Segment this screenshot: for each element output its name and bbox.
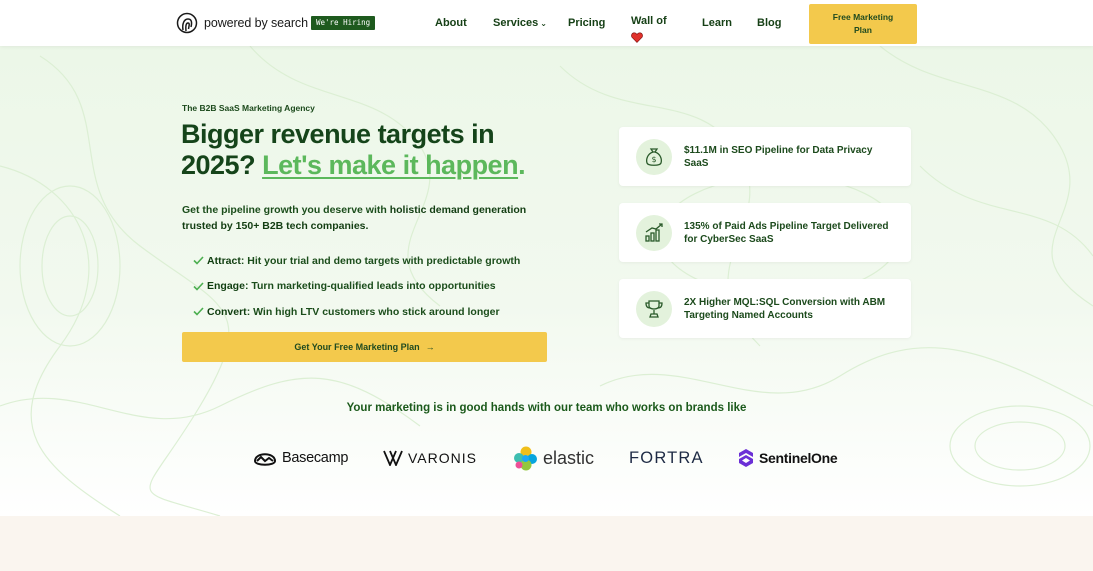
brand-name: VARONIS bbox=[408, 450, 477, 466]
hiring-badge[interactable]: We're Hiring bbox=[311, 16, 376, 30]
hero-subtext: Get the pipeline growth you deserve with… bbox=[182, 203, 552, 234]
bullet-term: Engage bbox=[207, 280, 245, 293]
check-icon bbox=[193, 282, 204, 291]
card-icon-wrap bbox=[636, 290, 672, 327]
varonis-logo-icon bbox=[383, 450, 403, 466]
money-bag-icon: $ bbox=[646, 147, 662, 166]
brand-fortra: FORTRA bbox=[629, 443, 704, 473]
stat-text: $11.1M in SEO Pipeline for Data Privacy … bbox=[684, 144, 873, 169]
cta-line-1: Free Marketing bbox=[832, 12, 894, 22]
nav-services[interactable]: Services ⌄ bbox=[493, 17, 547, 29]
bullet-engage: Engage: Turn marketing-qualified leads i… bbox=[193, 274, 520, 300]
stat-text: 135% of Paid Ads Pipeline Target Deliver… bbox=[684, 220, 889, 245]
brand-varonis: VARONIS bbox=[383, 443, 477, 473]
subtext-part-2: trusted by 150+ B2B tech companies. bbox=[182, 219, 369, 232]
subtext-part-1: Get the pipeline growth you deserve with bbox=[182, 204, 390, 216]
arrow-right-icon: → bbox=[425, 342, 435, 352]
hero-headline: Bigger revenue targets in 2025? Let's ma… bbox=[181, 119, 561, 181]
bullet-term: Convert bbox=[207, 305, 247, 318]
stat-card-paid-ads: 135% of Paid Ads Pipeline Target Deliver… bbox=[619, 203, 911, 262]
elastic-logo-icon bbox=[514, 446, 537, 470]
card-icon-wrap bbox=[636, 214, 672, 251]
fingerprint-logo-icon bbox=[176, 12, 198, 34]
next-section-band bbox=[0, 516, 1093, 571]
nav-learn[interactable]: Learn bbox=[702, 17, 732, 29]
brand-name: Basecamp bbox=[282, 450, 349, 466]
brand-elastic: elastic bbox=[513, 443, 594, 473]
check-icon bbox=[193, 307, 204, 316]
bullet-text: : Win high LTV customers who stick aroun… bbox=[246, 305, 500, 318]
brand-name: elastic bbox=[543, 447, 595, 468]
svg-text:$: $ bbox=[651, 155, 656, 164]
free-marketing-plan-button[interactable]: Free Marketing Plan bbox=[809, 4, 917, 44]
bullet-term: Attract bbox=[207, 254, 241, 267]
cta-main-label: Get Your Free Marketing Plan bbox=[294, 342, 420, 352]
nav-blog[interactable]: Blog bbox=[757, 17, 781, 29]
value-bullets: Attract: Hit your trial and demo targets… bbox=[193, 248, 520, 325]
stat-card-seo: $ $11.1M in SEO Pipeline for Data Privac… bbox=[619, 127, 911, 186]
brand-basecamp: Basecamp bbox=[253, 443, 348, 473]
headline-line-1: Bigger revenue targets in bbox=[181, 119, 495, 149]
site-logo[interactable]: powered by search bbox=[176, 12, 308, 34]
headline-accent: Let's make it happen bbox=[262, 150, 519, 180]
headline-line-2: 2025? Let's make it happen. bbox=[181, 150, 561, 181]
get-free-marketing-plan-button[interactable]: Get Your Free Marketing Plan → bbox=[182, 332, 547, 362]
sentinelone-logo-icon bbox=[739, 449, 753, 467]
nav-pricing[interactable]: Pricing bbox=[568, 17, 605, 29]
logo-text: powered by search bbox=[204, 16, 308, 30]
nav-about[interactable]: About bbox=[435, 17, 467, 29]
brand-sentinelone: SentinelOne bbox=[738, 443, 838, 473]
heart-icon bbox=[631, 32, 643, 43]
bullet-convert: Convert: Win high LTV customers who stic… bbox=[193, 299, 520, 325]
basecamp-logo-icon bbox=[253, 453, 277, 466]
headline-period: . bbox=[518, 150, 526, 180]
hero-eyebrow: The B2B SaaS Marketing Agency bbox=[182, 103, 315, 113]
growth-chart-icon bbox=[645, 222, 663, 242]
stat-card-abm: 2X Higher MQL:SQL Conversion with ABM Ta… bbox=[619, 279, 911, 338]
trophy-icon bbox=[645, 299, 663, 318]
headline-year: 2025? bbox=[181, 150, 256, 180]
bullet-text: : Turn marketing-qualified leads into op… bbox=[244, 280, 496, 293]
check-icon bbox=[193, 256, 204, 265]
card-icon-wrap: $ bbox=[636, 138, 672, 175]
subtext-bold: holistic demand generation bbox=[389, 204, 527, 216]
brand-name: FORTRA bbox=[629, 448, 704, 467]
nav-services-label: Services bbox=[493, 17, 539, 29]
nav-wall-of-love[interactable]: Wall of bbox=[631, 15, 667, 27]
cta-line-2: Plan bbox=[854, 25, 872, 35]
bullet-text: : Hit your trial and demo targets with p… bbox=[240, 254, 521, 267]
nav-wall-of-label: Wall of bbox=[631, 15, 667, 27]
bullet-attract: Attract: Hit your trial and demo targets… bbox=[193, 248, 520, 274]
chevron-down-icon: ⌄ bbox=[540, 19, 547, 28]
top-navigation: powered by search We're Hiring About Ser… bbox=[0, 0, 1093, 46]
brand-name: SentinelOne bbox=[759, 450, 838, 466]
stat-text: 2X Higher MQL:SQL Conversion with ABM Ta… bbox=[684, 296, 886, 321]
trust-heading: Your marketing is in good hands with our… bbox=[346, 402, 747, 414]
